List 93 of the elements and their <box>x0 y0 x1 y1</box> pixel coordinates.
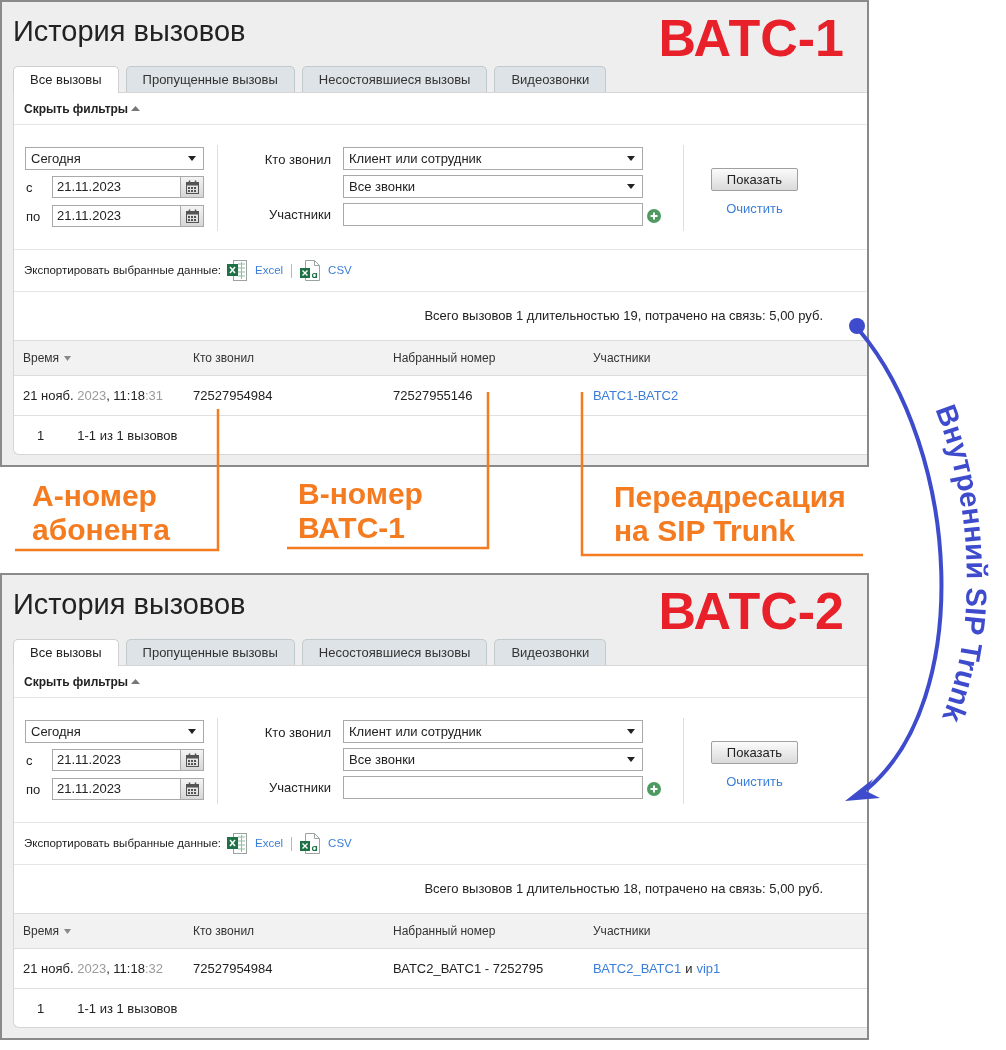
field-label: Участники <box>268 778 331 797</box>
table-cell-text: 72527954984 <box>193 386 273 405</box>
clear-link[interactable]: Очистить <box>726 772 783 792</box>
annotation-label: Переадресация на SIP Trunk <box>614 480 846 548</box>
table-cell-text: 21 нояб. 2023, 11:18:32 <box>23 959 163 978</box>
tab[interactable]: Все вызовы <box>13 639 119 666</box>
station-label: ВАТС-2 <box>658 585 844 637</box>
date-field[interactable]: 21.11.2023 <box>52 205 181 227</box>
tab[interactable]: Несостоявшиеся вызовы <box>301 639 488 665</box>
date-field[interactable]: 21.11.2023 <box>52 176 181 198</box>
spreadsheet-icon[interactable] <box>227 260 247 281</box>
column-header[interactable]: Участники <box>593 349 651 367</box>
column-header[interactable]: Участники <box>593 922 651 940</box>
sort-icon <box>64 928 72 934</box>
conjunction-text: и <box>685 959 693 978</box>
field-label: Участники <box>268 205 331 224</box>
sort-icon <box>64 355 72 361</box>
tab[interactable]: Несостоявшиеся вызовы <box>301 66 488 92</box>
station-label: ВАТС-1 <box>658 12 844 64</box>
plus-icon[interactable] <box>647 781 661 796</box>
caller-select[interactable]: Клиент или сотрудник <box>343 720 643 743</box>
column-header[interactable]: Время <box>23 349 72 367</box>
tab[interactable]: Пропущенные вызовы <box>125 66 295 92</box>
export-link[interactable]: Excel <box>255 261 284 280</box>
annotation-label: В-номер ВАТС-1 <box>298 477 423 545</box>
clear-link[interactable]: Очистить <box>726 199 783 219</box>
column-header[interactable]: Кто звонил <box>193 922 255 940</box>
export-link[interactable]: Excel <box>255 834 284 853</box>
caret-icon <box>627 729 635 734</box>
calendar-button[interactable] <box>181 749 204 771</box>
participants-field[interactable] <box>343 203 643 226</box>
page-number[interactable]: 1 <box>37 426 45 446</box>
summary-text: Всего вызовов 1 длительностью 19, потрачено на связь: 5,00 руб. <box>424 307 823 326</box>
pagination-info: 1-1 из 1 вызовов <box>77 427 178 446</box>
field-label: по <box>26 782 41 797</box>
period-select[interactable]: Сегодня <box>25 720 204 743</box>
column-header[interactable]: Кто звонил <box>193 349 255 367</box>
field-label: с <box>26 753 33 768</box>
tab[interactable]: Пропущенные вызовы <box>125 639 295 665</box>
annotation-label: А-номер абонента <box>32 479 170 547</box>
field-label: Кто звонил <box>264 724 331 742</box>
call-type-select[interactable]: Все звонки <box>343 175 643 198</box>
export-label: Экспортировать выбранные данные: <box>24 262 221 278</box>
filter-toggle[interactable]: Скрыть фильтры <box>24 99 141 118</box>
participant-link[interactable]: ВАТС1-ВАТС2 <box>593 385 679 406</box>
calendar-button[interactable] <box>181 176 204 198</box>
participants-field[interactable] <box>343 776 643 799</box>
table-cell-text: 21 нояб. 2023, 11:18:31 <box>23 386 163 405</box>
plus-icon[interactable] <box>647 208 661 223</box>
table-cell-text: ВАТС2_ВАТС1 - 7252795 <box>393 959 544 978</box>
caller-select[interactable]: Клиент или сотрудник <box>343 147 643 170</box>
column-header[interactable]: Время <box>23 922 72 940</box>
period-select[interactable]: Сегодня <box>25 147 204 170</box>
document-icon[interactable] <box>300 833 321 854</box>
participant-link[interactable]: vip1 <box>696 958 721 979</box>
spreadsheet-icon[interactable] <box>227 833 247 854</box>
calendar-icon <box>184 209 200 223</box>
column-header[interactable]: Набранный номер <box>393 349 496 367</box>
column-header[interactable]: Набранный номер <box>393 922 496 940</box>
table-cell-text: 72527955146 <box>393 386 473 405</box>
date-field[interactable]: 21.11.2023 <box>52 749 181 771</box>
show-button[interactable]: Показать <box>711 741 798 764</box>
calendar-button[interactable] <box>181 778 204 800</box>
pagination-info: 1-1 из 1 вызовов <box>77 1000 178 1019</box>
call-type-select[interactable]: Все звонки <box>343 748 643 771</box>
caret-icon <box>627 757 635 762</box>
caret-icon <box>627 156 635 161</box>
filter-toggle[interactable]: Скрыть фильтры <box>24 672 141 691</box>
page-number[interactable]: 1 <box>37 999 45 1019</box>
page-title: История вызовов <box>13 587 246 622</box>
caret-icon <box>188 729 196 734</box>
export-link[interactable]: CSV <box>328 261 352 280</box>
field-label: Кто звонил <box>264 151 331 169</box>
tab[interactable]: Видеозвонки <box>494 66 607 92</box>
calendar-icon <box>184 753 200 767</box>
caret-icon <box>188 156 196 161</box>
calendar-icon <box>184 782 200 796</box>
date-field[interactable]: 21.11.2023 <box>52 778 181 800</box>
page-title: История вызовов <box>13 14 246 49</box>
export-link[interactable]: CSV <box>328 834 352 853</box>
table-cell-text: 72527954984 <box>193 959 273 978</box>
tab[interactable]: Все вызовы <box>13 66 119 93</box>
document-icon[interactable] <box>300 260 321 281</box>
calendar-icon <box>184 180 200 194</box>
field-label: по <box>26 209 41 224</box>
tab[interactable]: Видеозвонки <box>494 639 607 665</box>
caret-icon <box>627 184 635 189</box>
calendar-button[interactable] <box>181 205 204 227</box>
show-button[interactable]: Показать <box>711 168 798 191</box>
summary-text: Всего вызовов 1 длительностью 18, потрачено на связь: 5,00 руб. <box>424 880 823 899</box>
export-label: Экспортировать выбранные данные: <box>24 835 221 851</box>
participant-link[interactable]: ВАТС2_ВАТС1 <box>593 958 682 979</box>
field-label: с <box>26 180 33 195</box>
